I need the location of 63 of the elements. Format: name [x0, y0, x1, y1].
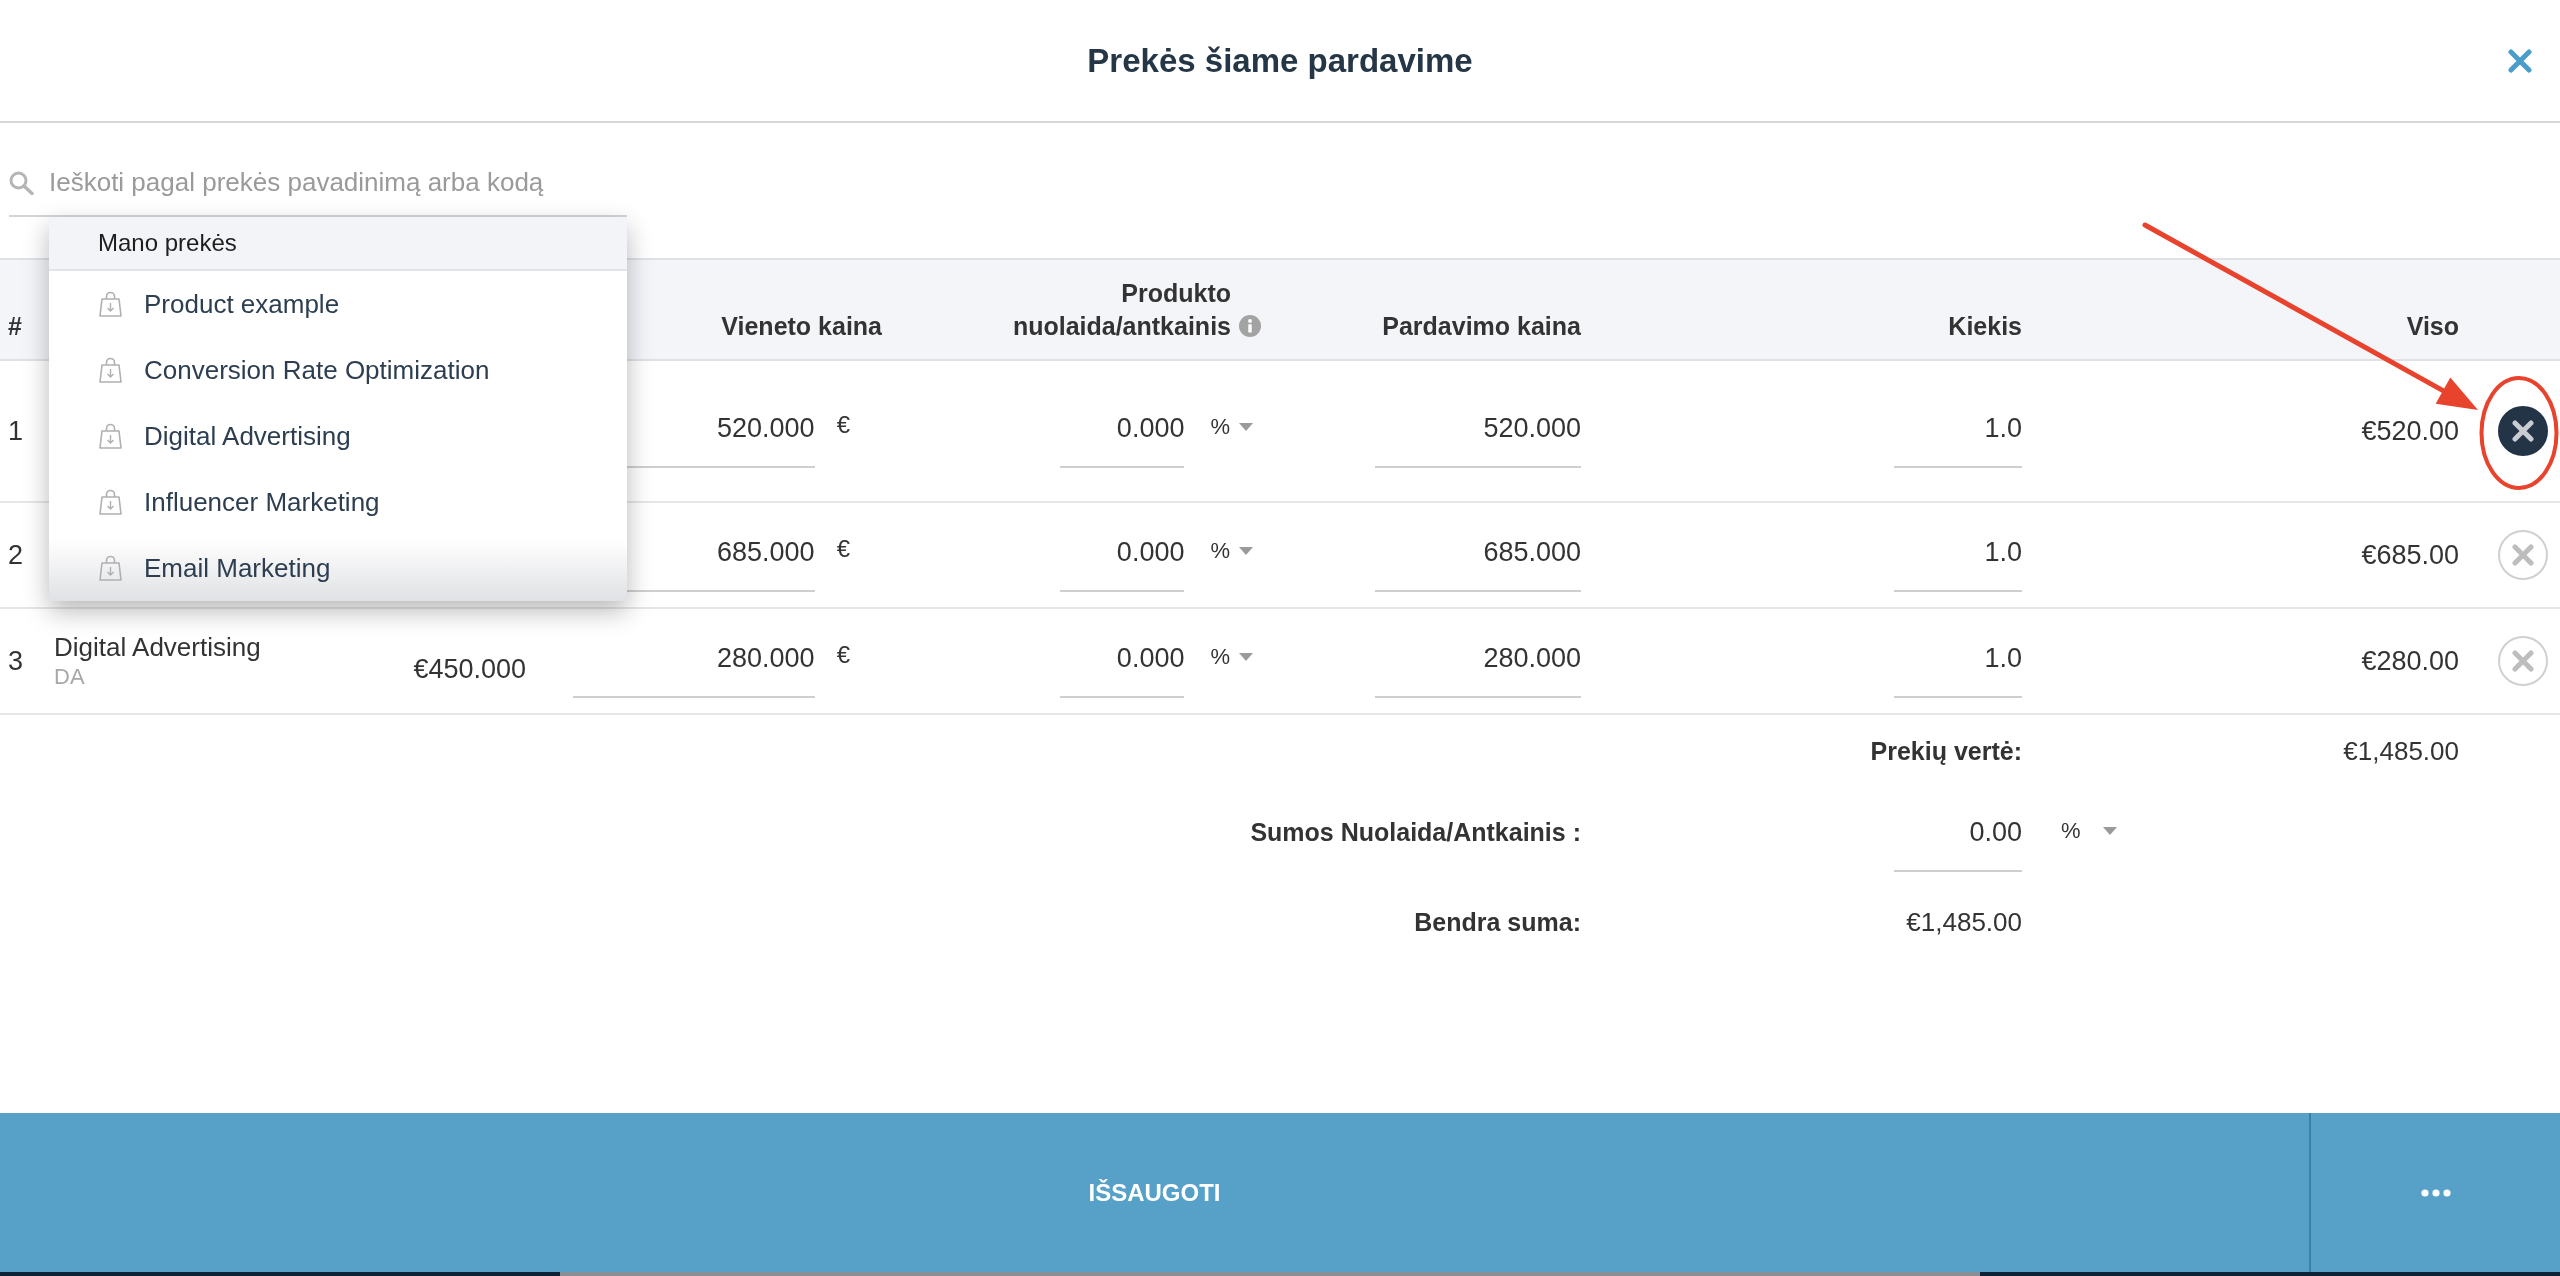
- shopping-bag-icon: [99, 489, 122, 515]
- remove-button[interactable]: [2498, 406, 2548, 456]
- unit-select[interactable]: %: [1210, 640, 1253, 674]
- total-label: Bendra suma:: [1414, 907, 1581, 938]
- total-value: €1,485.00: [2343, 735, 2459, 768]
- x-icon: [2512, 544, 2534, 566]
- discount-field[interactable]: 0.000: [1060, 640, 1185, 698]
- dropdown-item[interactable]: Conversion Rate Optimization: [49, 337, 627, 403]
- column-header: Kiekis: [1948, 311, 2022, 342]
- quantity-field[interactable]: 1.0: [1894, 410, 2022, 468]
- column-header: Viso: [2406, 311, 2459, 342]
- caret-icon: [1239, 653, 1253, 661]
- unit-select[interactable]: %: [1210, 534, 1253, 568]
- currency-symbol: €: [836, 534, 850, 564]
- caret-icon: [2102, 827, 2117, 835]
- quantity-field[interactable]: 1.0: [1894, 534, 2022, 592]
- discount-field[interactable]: 0.00: [1894, 814, 2022, 872]
- more-icon: [2420, 1188, 2451, 1197]
- product-code: DA: [54, 663, 85, 691]
- close-icon[interactable]: [2508, 48, 2532, 73]
- shopping-bag-icon: [99, 555, 122, 581]
- line-total: €685.00: [2361, 539, 2459, 571]
- total-label: Sumos Nuolaida/Antkainis :: [1250, 817, 1581, 848]
- sale-price-field[interactable]: 280.000: [1375, 640, 1581, 698]
- total-label: Prekių vertė:: [1870, 736, 2022, 767]
- total-value: €1,485.00: [1906, 906, 2022, 939]
- shopping-bag-icon: [99, 357, 122, 383]
- search-icon: [9, 170, 34, 195]
- dropdown-item[interactable]: Product example: [49, 271, 627, 337]
- column-header: Vieneto kaina: [721, 311, 882, 342]
- product-name: Digital Advertising: [54, 631, 261, 663]
- modal-title: Prekės šiame pardavime: [1087, 41, 1473, 80]
- unit-select[interactable]: %: [2061, 814, 2117, 848]
- row-number: 1: [7, 415, 25, 447]
- discount-field[interactable]: 0.000: [1060, 410, 1185, 468]
- line-total: €280.00: [2361, 645, 2459, 677]
- search-field[interactable]: Ieškoti pagal prekės pavadinimą arba kodą: [49, 162, 627, 203]
- info-icon[interactable]: [1239, 315, 1261, 337]
- column-header: Produkto nuolaida/antkainis: [1011, 278, 1231, 342]
- shopping-bag-icon: [99, 423, 122, 449]
- shopping-bag-icon: [99, 291, 122, 317]
- unit-select[interactable]: %: [1210, 410, 1253, 444]
- currency-symbol: €: [836, 410, 850, 440]
- caret-icon: [1239, 547, 1253, 555]
- x-icon: [2512, 650, 2534, 672]
- line-total: €520.00: [2361, 415, 2459, 447]
- unit-price-field[interactable]: 685.000: [572, 534, 815, 592]
- caret-icon: [1239, 423, 1253, 431]
- unit-price-field[interactable]: 280.000: [572, 640, 815, 698]
- quantity-field[interactable]: 1.0: [1894, 640, 2022, 698]
- column-header: #: [8, 311, 22, 342]
- sale-price-field[interactable]: 520.000: [1375, 410, 1581, 468]
- unit-price-field[interactable]: 520.000: [572, 410, 815, 468]
- currency-symbol: €: [836, 640, 850, 670]
- column-header: Pardavimo kaina: [1382, 311, 1581, 342]
- list-price: €450.000: [413, 653, 526, 684]
- row-number: 2: [7, 539, 25, 571]
- row-number: 3: [7, 645, 25, 677]
- discount-field[interactable]: 0.000: [1060, 534, 1185, 592]
- sale-price-field[interactable]: 685.000: [1375, 534, 1581, 592]
- x-icon: [2512, 420, 2534, 442]
- dropdown-item[interactable]: Influencer Marketing: [49, 469, 627, 535]
- dropdown-header: Mano prekės: [49, 217, 627, 271]
